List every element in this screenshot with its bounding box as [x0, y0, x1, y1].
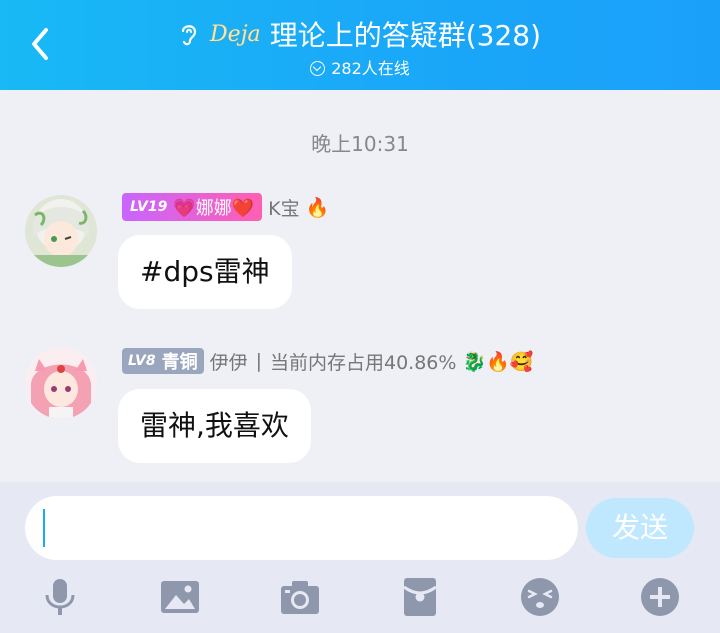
mic-icon[interactable] [40, 577, 80, 617]
level-label: LV19 [130, 199, 168, 215]
red-packet-icon[interactable] [400, 577, 440, 617]
online-count[interactable]: 282人在线 [0, 55, 720, 79]
input-bar: 发送 [0, 482, 720, 633]
camera-icon[interactable] [280, 577, 320, 617]
avatar[interactable] [25, 195, 97, 267]
header-title-row[interactable]: Deja 理论上的答疑群(328) [0, 14, 720, 54]
brand-logo: Deja [210, 21, 261, 47]
sender-status: 当前内存占用40.86% [270, 351, 457, 374]
avatar-image [25, 195, 97, 267]
emoji-icon[interactable] [520, 577, 560, 617]
chat-header: Deja 理论上的答疑群(328) 282人在线 [0, 0, 720, 90]
avatar[interactable] [25, 347, 97, 419]
plus-icon[interactable] [640, 577, 680, 617]
sender-name[interactable]: K宝 [268, 194, 299, 221]
ear-icon [181, 25, 197, 46]
level-badge: LV19 💗娜娜❤️ [122, 193, 263, 221]
input-toolbar [0, 577, 720, 617]
sender-meta: LV19 💗娜娜❤️ K宝 🔥 [122, 193, 329, 221]
message-timestamp: 晚上10:31 [311, 132, 409, 156]
avatar-image [25, 347, 97, 419]
member-title: 💗娜娜❤️ [173, 198, 255, 219]
group-title: 理论上的答疑群(328) [269, 19, 542, 52]
image-icon[interactable] [160, 577, 200, 617]
send-button[interactable]: 发送 [586, 498, 694, 558]
dropdown-circle-icon [310, 61, 326, 76]
fire-icon: 🔥 [305, 196, 330, 219]
text-caret [43, 509, 45, 547]
level-label: LV8 [128, 353, 156, 369]
online-count-text: 282人在线 [331, 59, 410, 78]
sender-meta: LV8 青铜 伊伊 | 当前内存占用40.86% 🐉🔥🥰 [122, 347, 533, 375]
member-title: 青铜 [161, 352, 198, 373]
message-bubble[interactable]: 雷神,我喜欢 [118, 389, 311, 463]
level-badge: LV8 青铜 [122, 348, 204, 374]
emoji-icons: 🐉🔥🥰 [462, 350, 534, 373]
separator: | [255, 350, 262, 372]
message-bubble[interactable]: #dps雷神 [118, 235, 292, 309]
sender-name[interactable]: 伊伊 [210, 348, 248, 375]
message-input[interactable] [25, 496, 578, 560]
